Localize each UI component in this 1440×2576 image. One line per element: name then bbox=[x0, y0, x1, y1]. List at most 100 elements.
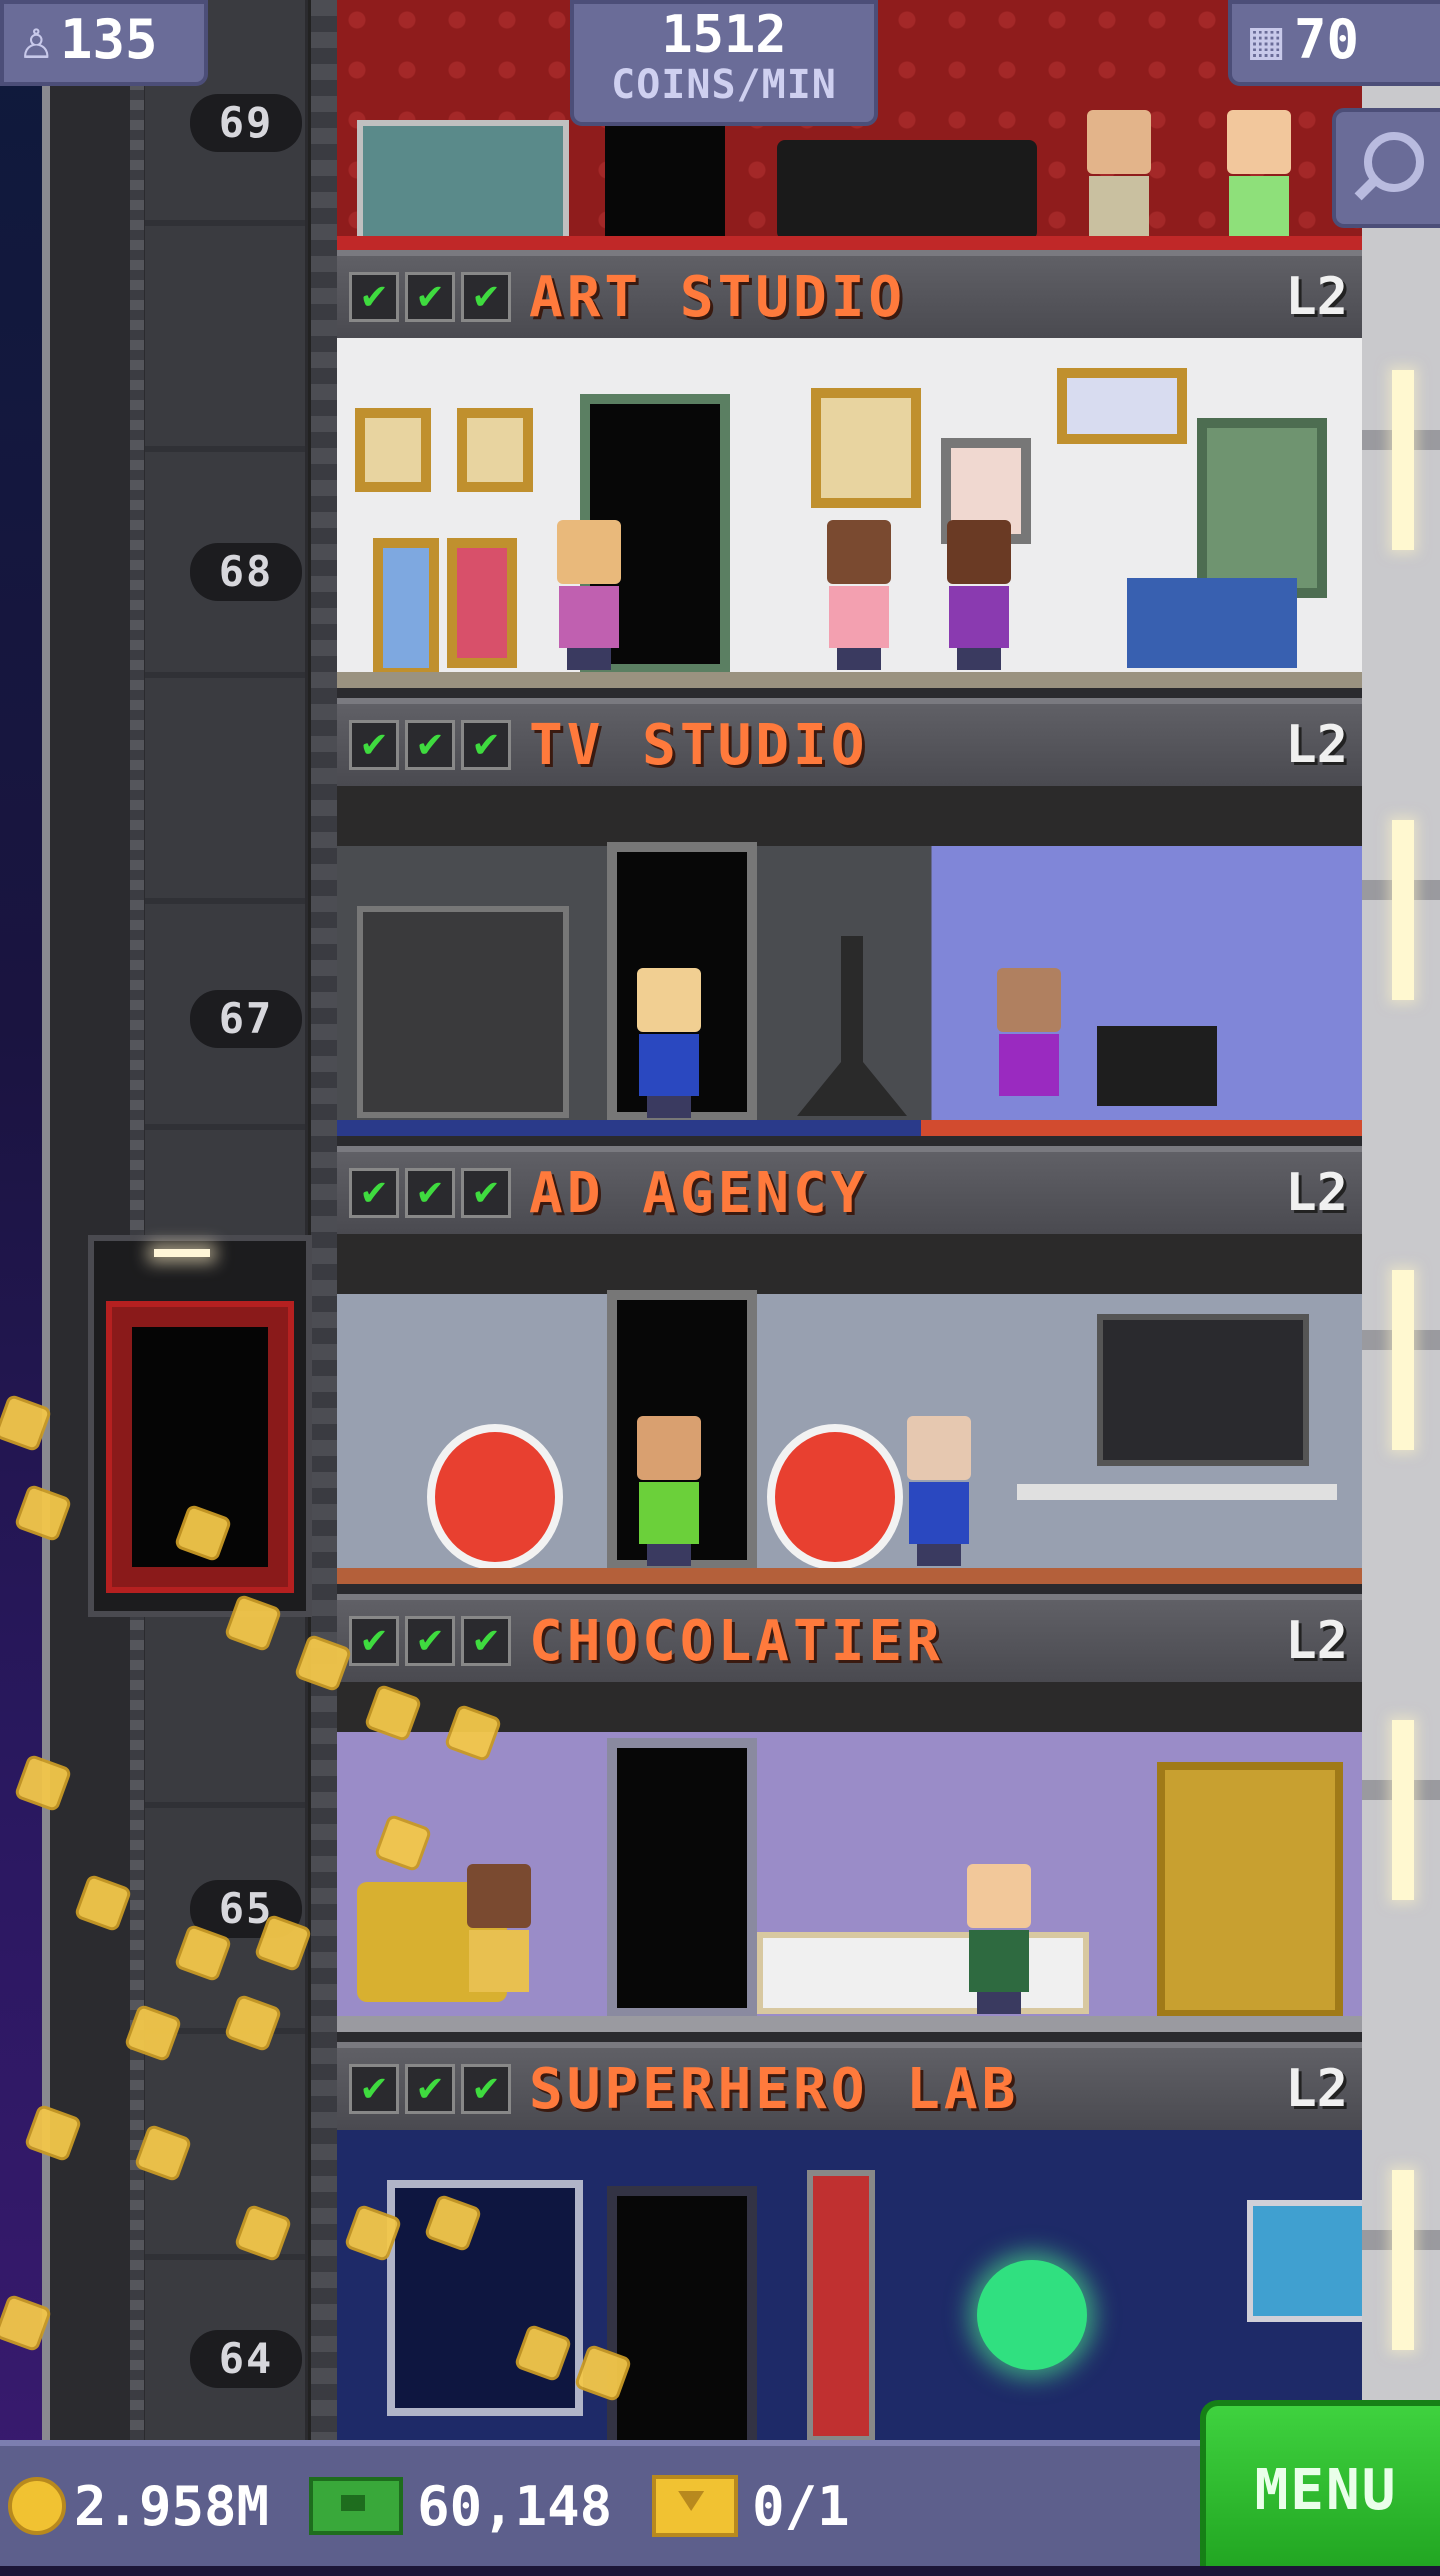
floor-header[interactable]: ✔ ✔ ✔ SUPERHERO LAB L2 bbox=[337, 2042, 1362, 2130]
desk bbox=[1017, 1484, 1337, 1500]
floors-value: 70 bbox=[1294, 8, 1360, 71]
doorway bbox=[605, 110, 725, 250]
wall-light bbox=[1392, 1720, 1414, 1900]
coins-per-min-label: COINS/MIN bbox=[611, 62, 837, 108]
bitizen-head bbox=[557, 520, 621, 584]
bitizen[interactable] bbox=[627, 968, 711, 1118]
tv-chairs bbox=[1097, 1026, 1217, 1106]
bitizen-body bbox=[1089, 176, 1149, 238]
search-button[interactable] bbox=[1332, 108, 1440, 228]
tickets-value: 0/1 bbox=[752, 2474, 850, 2538]
check-icon: ✔ bbox=[349, 272, 399, 322]
bitizen-legs bbox=[977, 1992, 1021, 2014]
wall-light bbox=[1392, 820, 1414, 1000]
floor-base bbox=[337, 236, 1362, 250]
floor-header[interactable]: ✔ ✔ ✔ CHOCOLATIER L2 bbox=[337, 1594, 1362, 1682]
floor-level: L2 bbox=[1285, 715, 1348, 775]
population-value: 135 bbox=[60, 8, 158, 71]
room-ad-agency[interactable] bbox=[337, 1234, 1362, 1584]
dna-tube bbox=[807, 2170, 875, 2442]
bitizen-body bbox=[1229, 176, 1289, 238]
coin-icon bbox=[8, 2477, 66, 2535]
star-checks: ✔ ✔ ✔ bbox=[349, 1168, 511, 1218]
bitizen-head bbox=[637, 1416, 701, 1480]
egg-chair bbox=[427, 1424, 563, 1570]
bitizen-head bbox=[907, 1416, 971, 1480]
space-background bbox=[0, 0, 42, 2560]
room-art-studio[interactable] bbox=[337, 338, 1362, 688]
bux-value: 60,148 bbox=[417, 2474, 613, 2538]
egg-chair bbox=[767, 1424, 903, 1570]
star-checks: ✔ ✔ ✔ bbox=[349, 720, 511, 770]
check-icon: ✔ bbox=[461, 1616, 511, 1666]
floor-strip bbox=[337, 672, 1362, 688]
check-icon: ✔ bbox=[405, 2064, 455, 2114]
floor-header[interactable]: ✔ ✔ ✔ ART STUDIO L2 bbox=[337, 250, 1362, 338]
bitizen-head bbox=[1087, 110, 1151, 174]
window bbox=[1197, 418, 1327, 598]
bitizen-body bbox=[469, 1930, 529, 1992]
bux-balance[interactable]: 60,148 bbox=[269, 2475, 612, 2538]
ceiling-rig bbox=[337, 786, 1362, 846]
bitizen-head bbox=[637, 968, 701, 1032]
check-icon: ✔ bbox=[349, 1616, 399, 1666]
coins-value: 2.958M bbox=[74, 2474, 270, 2538]
bitizen-body bbox=[999, 1034, 1059, 1096]
bitizen[interactable] bbox=[627, 1416, 711, 1566]
check-icon: ✔ bbox=[349, 720, 399, 770]
bitizen-head bbox=[997, 968, 1061, 1032]
doorway bbox=[607, 2186, 757, 2466]
bitizen-body bbox=[969, 1930, 1029, 1992]
bux-icon bbox=[309, 2477, 404, 2535]
star-checks: ✔ ✔ ✔ bbox=[349, 2064, 511, 2114]
floor-number: 64 bbox=[190, 2330, 302, 2388]
check-icon: ✔ bbox=[461, 2064, 511, 2114]
bitizen-body bbox=[949, 586, 1009, 648]
elevator-lamp bbox=[154, 1249, 210, 1257]
coins-balance[interactable]: 2.958M bbox=[0, 2475, 269, 2538]
floor-header[interactable]: ✔ ✔ ✔ TV STUDIO L2 bbox=[337, 698, 1362, 786]
check-icon: ✔ bbox=[405, 720, 455, 770]
wall-light bbox=[1392, 370, 1414, 550]
bitizen[interactable] bbox=[937, 520, 1021, 670]
star-checks: ✔ ✔ ✔ bbox=[349, 1616, 511, 1666]
check-icon: ✔ bbox=[461, 720, 511, 770]
blueprint-board bbox=[387, 2180, 583, 2416]
bitizen-legs bbox=[837, 648, 881, 670]
painting bbox=[355, 408, 431, 492]
doorway bbox=[607, 1738, 757, 2018]
bitizen[interactable] bbox=[897, 1416, 981, 1566]
floor-header[interactable]: ✔ ✔ ✔ AD AGENCY L2 bbox=[337, 1146, 1362, 1234]
coins-per-min-value: 1512 bbox=[661, 5, 787, 65]
display-case bbox=[357, 120, 569, 242]
room-tv-studio[interactable] bbox=[337, 786, 1362, 1136]
bitizen-body bbox=[829, 586, 889, 648]
elevator-shaft[interactable]: 69 68 67 65 64 bbox=[42, 0, 347, 2440]
bitizen-head bbox=[947, 520, 1011, 584]
outer-wall bbox=[1362, 0, 1440, 2440]
menu-button[interactable]: MENU bbox=[1200, 2400, 1440, 2566]
check-icon: ✔ bbox=[461, 1168, 511, 1218]
painting bbox=[447, 538, 517, 668]
check-icon: ✔ bbox=[405, 1168, 455, 1218]
cabinet bbox=[1127, 578, 1297, 668]
population-counter[interactable]: ♙ 135 bbox=[0, 0, 208, 86]
bitizen-legs bbox=[567, 648, 611, 670]
tickets-balance[interactable]: 0/1 bbox=[612, 2475, 850, 2538]
wall-light bbox=[1392, 2170, 1414, 2350]
star-checks: ✔ ✔ ✔ bbox=[349, 272, 511, 322]
floor-level: L2 bbox=[1285, 267, 1348, 327]
bitizen[interactable] bbox=[987, 968, 1071, 1118]
bitizen[interactable] bbox=[547, 520, 631, 670]
coins-per-min-panel[interactable]: 1512 COINS/MIN bbox=[570, 0, 878, 126]
floor-number: 67 bbox=[190, 990, 302, 1048]
floors-counter[interactable]: ▦ 70 bbox=[1228, 0, 1440, 86]
bitizen[interactable] bbox=[817, 520, 901, 670]
floor-level: L2 bbox=[1285, 1163, 1348, 1223]
building-icon: ▦ bbox=[1250, 8, 1283, 71]
bitizen[interactable] bbox=[457, 1864, 541, 2014]
elevator-car[interactable] bbox=[88, 1235, 312, 1617]
bitizen[interactable] bbox=[957, 1864, 1041, 2014]
world-map bbox=[1247, 2200, 1362, 2322]
bitizen-body bbox=[909, 1482, 969, 1544]
